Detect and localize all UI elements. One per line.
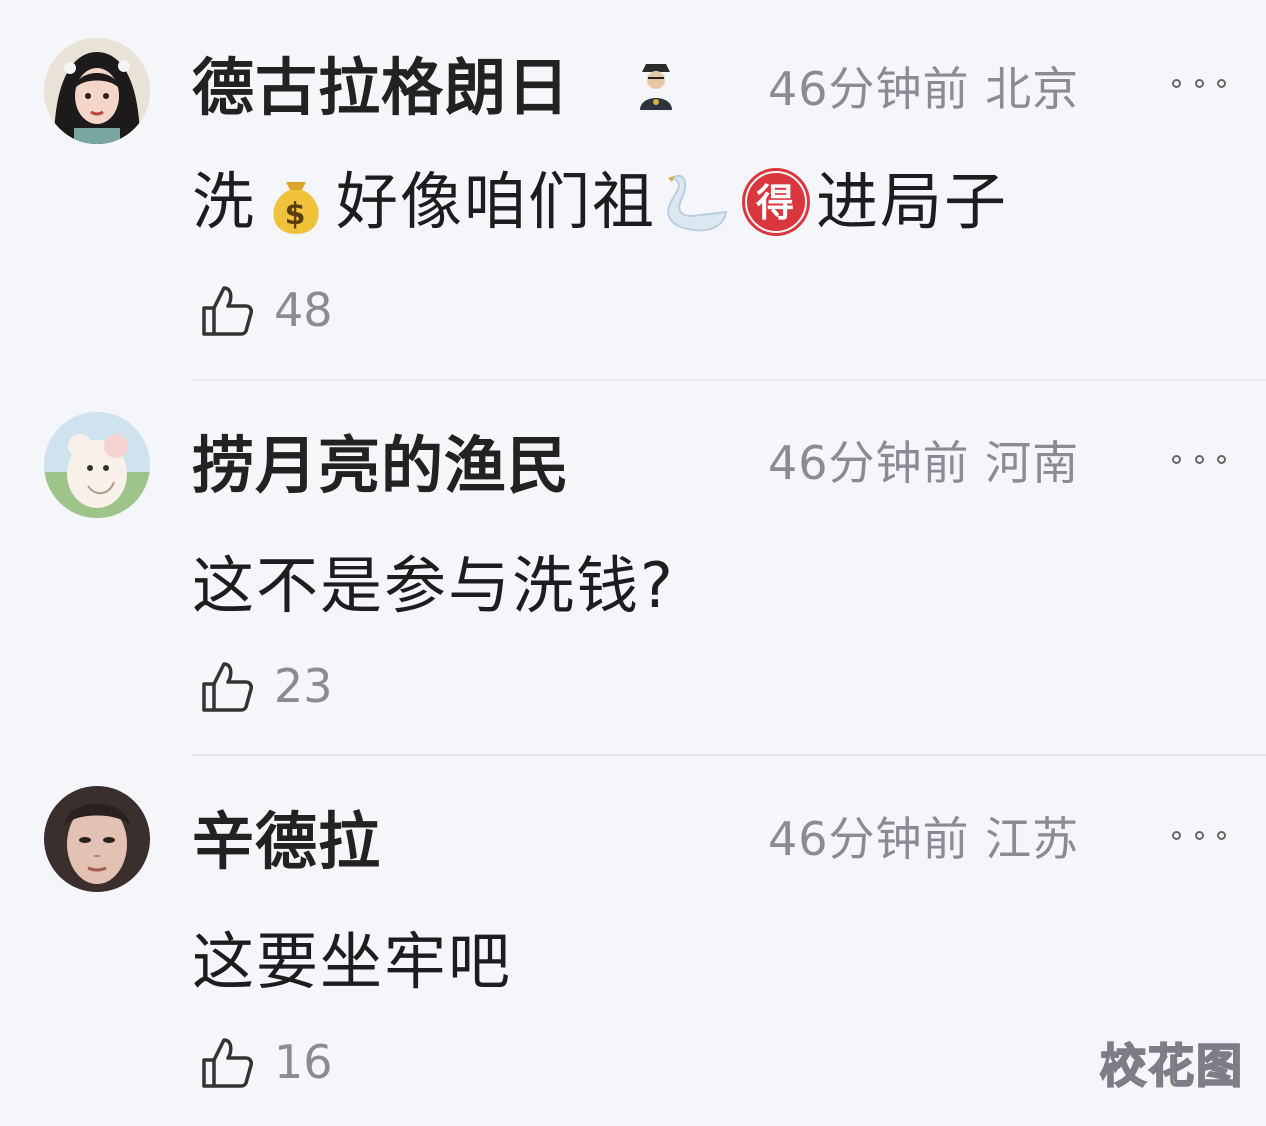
- thumbs-up-icon: [202, 662, 253, 712]
- comment-time: 46分钟前: [768, 812, 970, 866]
- svg-text:得: 得: [756, 181, 796, 225]
- comment-text: 这不是参与洗钱?: [192, 549, 675, 622]
- thumbs-up-icon: [202, 1038, 253, 1088]
- more-options-icon[interactable]: [1172, 68, 1226, 98]
- comment-text-part: 好像咱们祖: [336, 165, 657, 238]
- comment-location: 江苏: [985, 812, 1080, 866]
- comment-item: 捞月亮的渔民 46分钟前 河南 这不是参与洗钱? 23: [0, 376, 1266, 750]
- svg-text:$: $: [285, 197, 308, 232]
- like-count: 48: [274, 283, 333, 337]
- thumbs-up-icon: [202, 286, 253, 336]
- like-button[interactable]: 48: [200, 280, 333, 340]
- comment-time: 46分钟前: [768, 62, 970, 116]
- comment-item: 辛德拉 46分钟前 江苏 这要坐牢吧 16: [0, 752, 1266, 1126]
- comment-item: 德古拉格朗日 46分钟前 北京 洗 $ 好像咱们祖 得 进局子 48: [0, 0, 1266, 374]
- more-options-icon[interactable]: [1172, 820, 1226, 850]
- comment-meta: 46分钟前 北京: [768, 54, 1079, 124]
- comment-text: 洗 $ 好像咱们祖 得 进局子: [192, 160, 1008, 244]
- money-bag-emoji: $: [258, 164, 334, 240]
- more-options-icon[interactable]: [1172, 444, 1226, 474]
- username[interactable]: 德古拉格朗日: [192, 48, 570, 128]
- detective-badge-icon: [634, 58, 678, 112]
- comment-text-part: 洗: [192, 165, 257, 238]
- comment-time: 46分钟前: [768, 436, 970, 490]
- like-count: 16: [274, 1035, 333, 1089]
- like-button[interactable]: 23: [200, 656, 333, 716]
- comment-meta: 46分钟前 河南: [768, 428, 1079, 498]
- username[interactable]: 辛德拉: [192, 802, 381, 882]
- watermark: 校花图: [1099, 1038, 1244, 1094]
- comment-location: 北京: [985, 62, 1080, 116]
- like-button[interactable]: 16: [200, 1032, 333, 1092]
- user-avatar[interactable]: [44, 38, 150, 144]
- comment-text: 这要坐牢吧: [192, 925, 513, 998]
- user-avatar[interactable]: [44, 786, 150, 892]
- swan-emoji: [658, 164, 734, 240]
- de-character-emoji: 得: [738, 164, 814, 240]
- comment-location: 河南: [985, 436, 1080, 490]
- user-avatar[interactable]: [44, 412, 150, 518]
- comment-meta: 46分钟前 江苏: [768, 804, 1079, 874]
- username[interactable]: 捞月亮的渔民: [192, 426, 570, 506]
- comment-text-part: 进局子: [816, 165, 1009, 238]
- like-count: 23: [274, 659, 333, 713]
